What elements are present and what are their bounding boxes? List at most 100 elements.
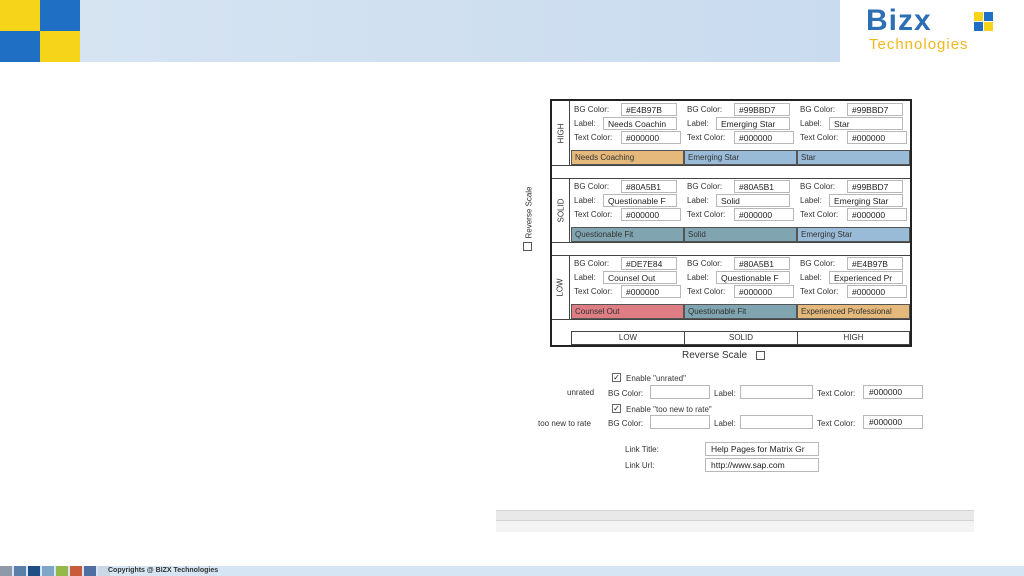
footer-swatch <box>56 566 68 576</box>
cell-text-color-input[interactable] <box>734 131 794 144</box>
cell-label-input[interactable] <box>829 271 903 284</box>
cell-preview: Star <box>797 150 910 165</box>
matrix-cell: BG Color: Label: Text Color: Needs Coach… <box>571 101 684 165</box>
cell-label-input[interactable] <box>603 271 677 284</box>
unrated-row-label: unrated <box>567 388 595 397</box>
cell-bg-color-input[interactable] <box>734 180 790 193</box>
row-label-high: HIGH <box>552 101 570 165</box>
unrated-bg-color-label: BG Color: <box>608 389 644 398</box>
cell-bg-color-input[interactable] <box>847 257 903 270</box>
link-title-input[interactable] <box>705 442 819 456</box>
reverse-scale-horizontal-checkbox[interactable] <box>756 350 766 360</box>
cell-preview: Counsel Out <box>571 304 684 319</box>
unrated-label-input[interactable] <box>740 385 813 399</box>
unrated-text-color-label: Text Color: <box>817 389 856 398</box>
matrix-cell: BG Color: Label: Text Color: Star <box>797 101 910 165</box>
cell-preview: Questionable Fit <box>684 304 797 319</box>
row-separator <box>552 242 910 243</box>
link-url-label: Link Url: <box>625 461 655 470</box>
footer-copyright: Copyrights @ BIZX Technologies <box>108 567 219 574</box>
toolbar-strip <box>496 510 974 520</box>
reverse-scale-vertical-checkbox[interactable] <box>523 242 532 251</box>
cell-text-color-input[interactable] <box>734 208 794 221</box>
column-label-high: HIGH <box>797 331 910 345</box>
row-label-solid: SOLID <box>552 178 570 242</box>
cell-bg-color-input[interactable] <box>621 180 677 193</box>
too-new-bg-color-label: BG Color: <box>608 419 644 428</box>
footer-swatch <box>0 566 12 576</box>
cell-label-input[interactable] <box>603 194 677 207</box>
cell-label-input[interactable] <box>829 194 903 207</box>
enable-too-new-checkbox[interactable]: ✓ <box>612 404 621 413</box>
footer-swatch <box>42 566 54 576</box>
matrix-cell: BG Color: Label: Text Color: Questionabl… <box>684 255 797 319</box>
cell-bg-color-input[interactable] <box>734 257 790 270</box>
bizx-logo: Bizx Technologies <box>866 4 1016 56</box>
too-new-row-label: too new to rate <box>538 419 591 428</box>
logo-tagline: Technologies <box>869 36 969 53</box>
cell-preview: Questionable Fit <box>571 227 684 242</box>
cell-label-input[interactable] <box>829 117 903 130</box>
matrix-cell: BG Color: Label: Text Color: Solid <box>684 178 797 242</box>
unrated-label-label: Label: <box>714 389 736 398</box>
header-square-yellow-2 <box>40 31 80 62</box>
cell-text-color-input[interactable] <box>621 208 681 221</box>
link-url-input[interactable] <box>705 458 819 472</box>
too-new-text-color-label: Text Color: <box>817 419 856 428</box>
cell-label-input[interactable] <box>716 271 790 284</box>
too-new-label-input[interactable] <box>740 415 813 429</box>
cell-bg-color-input[interactable] <box>847 180 903 193</box>
cell-preview: Experienced Professional <box>797 304 910 319</box>
matrix-cell: BG Color: Label: Text Color: Experienced… <box>797 255 910 319</box>
reverse-scale-vertical-label: Reverse Scale <box>524 186 534 239</box>
slide-header: Bizx Technologies <box>0 0 1024 62</box>
matrix-cell: BG Color: Label: Text Color: Emerging St… <box>684 101 797 165</box>
cell-text-color-input[interactable] <box>847 208 907 221</box>
footer-swatch <box>14 566 26 576</box>
cell-text-color-input[interactable] <box>621 131 681 144</box>
matrix-cell: BG Color: Label: Text Color: Questionabl… <box>571 178 684 242</box>
column-label-low: LOW <box>571 331 685 345</box>
unrated-bg-color-input[interactable] <box>650 385 710 399</box>
footer-swatch <box>28 566 40 576</box>
cell-label-input[interactable] <box>716 117 790 130</box>
column-label-solid: SOLID <box>684 331 798 345</box>
toolbar-strip-lower <box>496 520 974 532</box>
logo-brand-name: Bizx <box>866 4 932 37</box>
matrix-grid: HIGH SOLID LOW BG Color: Label: Text Col… <box>550 99 912 347</box>
enable-unrated-label: Enable "unrated" <box>626 374 686 383</box>
matrix-cell: BG Color: Label: Text Color: Emerging St… <box>797 178 910 242</box>
cell-bg-color-input[interactable] <box>621 257 677 270</box>
row-label-low: LOW <box>552 255 570 319</box>
cell-text-color-input[interactable] <box>847 285 907 298</box>
cell-bg-color-input[interactable] <box>734 103 790 116</box>
cell-bg-color-input[interactable] <box>847 103 903 116</box>
enable-unrated-checkbox[interactable]: ✓ <box>612 373 621 382</box>
logo-square-3 <box>974 22 983 31</box>
row-separator <box>552 165 910 166</box>
header-square-blue-2 <box>0 31 40 62</box>
cell-text-color-input[interactable] <box>621 285 681 298</box>
unrated-text-color-input[interactable] <box>863 385 923 399</box>
cell-preview: Needs Coaching <box>571 150 684 165</box>
too-new-text-color-input[interactable] <box>863 415 923 429</box>
cell-label-input[interactable] <box>603 117 677 130</box>
logo-square-2 <box>984 12 993 21</box>
too-new-label-label: Label: <box>714 419 736 428</box>
cell-bg-color-input[interactable] <box>621 103 677 116</box>
header-band <box>80 0 840 62</box>
cell-preview: Emerging Star <box>684 150 797 165</box>
cell-text-color-input[interactable] <box>847 131 907 144</box>
reverse-scale-horizontal-label: Reverse Scale <box>682 349 748 361</box>
too-new-bg-color-input[interactable] <box>650 415 710 429</box>
cell-label-input[interactable] <box>716 194 790 207</box>
link-title-label: Link Title: <box>625 445 659 454</box>
footer-swatch <box>70 566 82 576</box>
footer-swatch <box>84 566 96 576</box>
logo-square-4 <box>984 22 993 31</box>
header-square-blue-1 <box>40 0 80 31</box>
cell-text-color-input[interactable] <box>734 285 794 298</box>
enable-too-new-label: Enable "too new to rate" <box>626 405 712 414</box>
cell-preview: Emerging Star <box>797 227 910 242</box>
row-separator <box>552 319 910 320</box>
